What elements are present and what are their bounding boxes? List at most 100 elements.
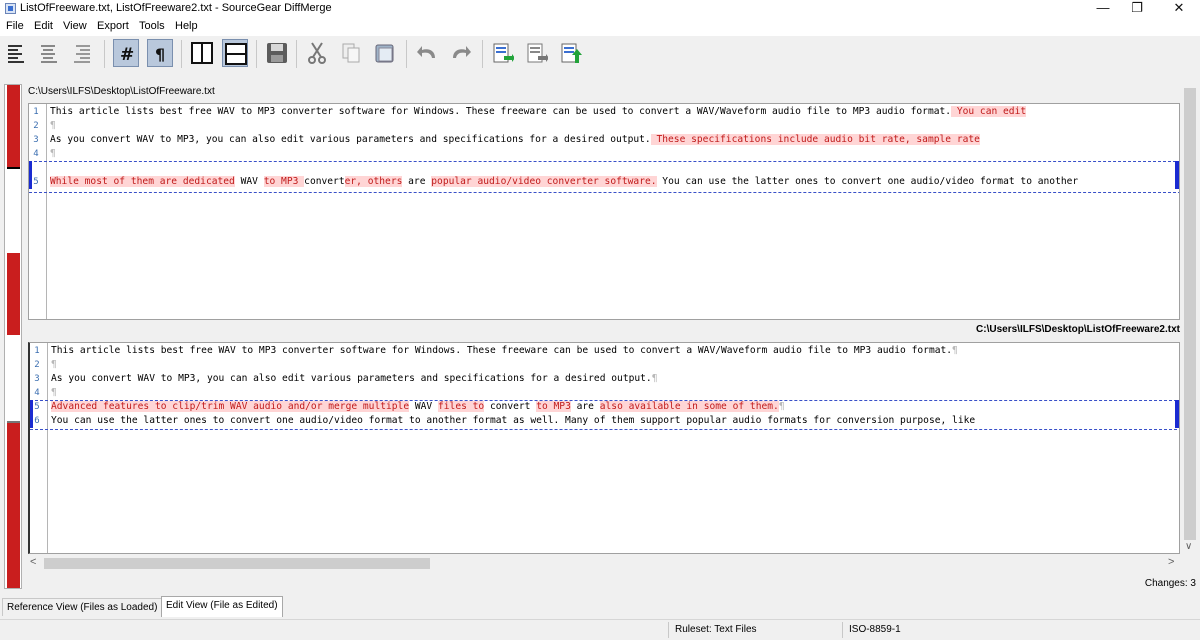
line-numbers-icon[interactable]: # — [113, 39, 139, 67]
undo-icon[interactable] — [414, 39, 440, 67]
paste-icon[interactable] — [372, 39, 398, 67]
line-text: ¶ — [50, 119, 56, 133]
copy-icon[interactable] — [338, 39, 364, 67]
scroll-left-icon[interactable]: < — [30, 556, 36, 568]
cut-icon[interactable] — [304, 39, 330, 67]
overview-change-marker — [7, 421, 20, 588]
line-text: This article lists best free WAV to MP3 … — [50, 105, 1027, 119]
diff-line[interactable]: 5 While most of them are dedicated WAV to… — [29, 175, 1179, 189]
diff-line[interactable]: 2 ¶ — [29, 119, 1179, 133]
pilcrow-mark: ¶ — [952, 345, 958, 356]
align-right-icon[interactable] — [70, 39, 96, 67]
line-segment: are — [402, 176, 432, 187]
toolbar-separator — [104, 40, 105, 68]
line-number: 2 — [33, 121, 39, 131]
status-ruleset: Ruleset: Text Files — [675, 624, 757, 635]
diff-highlight: to MP3 — [536, 401, 571, 412]
diff-highlight: popular audio/video converter software. — [431, 176, 657, 187]
line-segment: WAV — [234, 176, 264, 187]
vertical-scrollbar[interactable]: ∨ — [1180, 86, 1200, 556]
align-left-icon[interactable] — [4, 39, 30, 67]
horizontal-scrollbar[interactable]: < > — [28, 556, 1180, 572]
diff-highlight: to MP3 — [263, 176, 305, 187]
line-text: This article lists best free WAV to MP3 … — [51, 344, 958, 358]
menu-bar: File Edit View Export Tools Help — [0, 18, 1200, 36]
status-bar: Ruleset: Text Files ISO-8859-1 — [0, 619, 1200, 640]
svg-text:#: # — [120, 45, 134, 65]
diff-line[interactable]: 4 ¶ — [29, 147, 1179, 161]
close-icon[interactable]: ✕ — [1160, 0, 1198, 18]
diff-line[interactable]: 2 ¶ — [30, 358, 1179, 372]
two-pane-vertical-icon[interactable] — [189, 39, 215, 67]
menu-help[interactable]: Help — [175, 20, 198, 32]
scroll-down-icon[interactable]: ∨ — [1185, 541, 1192, 552]
overview-separator — [7, 167, 20, 169]
line-number: 5 — [33, 177, 39, 187]
line-segment: This article lists best free WAV to MP3 … — [51, 345, 953, 356]
redo-icon[interactable] — [448, 39, 474, 67]
diff-line[interactable]: 3 As you convert WAV to MP3, you can also… — [29, 133, 1179, 147]
menu-view[interactable]: View — [63, 20, 87, 32]
line-number: 6 — [34, 416, 40, 426]
top-pane-path: C:\Users\ILFS\Desktop\ListOfFreeware.txt — [28, 86, 215, 97]
line-segment: convert — [484, 401, 537, 412]
vertical-scroll-thumb[interactable] — [1184, 88, 1196, 540]
pilcrow-mark: ¶ — [51, 387, 57, 398]
diff-line[interactable]: 1 This article lists best free WAV to MP3… — [30, 344, 1179, 358]
minimize-icon[interactable]: — — [1084, 0, 1122, 18]
svg-text:¶: ¶ — [155, 45, 165, 64]
line-text: ¶ — [51, 358, 57, 372]
save-icon[interactable] — [264, 39, 290, 67]
toolbar: # ¶ — [0, 36, 1200, 72]
line-text: As you convert WAV to MP3, you can also … — [50, 133, 980, 147]
restore-icon[interactable]: ❐ — [1118, 0, 1156, 18]
apply-change-icon[interactable] — [490, 39, 516, 67]
diff-overview-strip[interactable] — [4, 84, 22, 589]
toolbar-separator — [482, 40, 483, 68]
line-number: 3 — [34, 374, 40, 384]
menu-tools[interactable]: Tools — [139, 20, 165, 32]
window-title: ListOfFreeware.txt, ListOfFreeware2.txt … — [20, 2, 332, 14]
line-number: 1 — [34, 346, 40, 356]
diff-line[interactable]: 4 ¶ — [30, 386, 1179, 400]
pilcrow-mark: ¶ — [50, 120, 56, 131]
line-text: ¶ — [50, 147, 56, 161]
bottom-file-pane[interactable]: 1 This article lists best free WAV to MP3… — [28, 342, 1180, 554]
diff-line[interactable]: 1 This article lists best free WAV to MP3… — [29, 105, 1179, 119]
line-text: You can use the latter ones to convert o… — [51, 414, 975, 428]
menu-export[interactable]: Export — [97, 20, 129, 32]
pilcrow-mark: ¶ — [50, 148, 56, 159]
line-number: 2 — [34, 360, 40, 370]
diff-highlight: also available in some of them. — [599, 401, 779, 412]
diff-highlight: You can edit — [951, 106, 1027, 117]
diff-highlight: er, others — [344, 176, 403, 187]
diff-line[interactable]: 6 You can use the latter ones to convert … — [30, 414, 1179, 428]
toolbar-separator — [181, 40, 182, 68]
tab-edit-view[interactable]: Edit View (File as Edited) — [161, 596, 283, 617]
diff-line[interactable]: 5 Advanced features to clip/trim WAV audi… — [30, 400, 1179, 414]
align-center-icon[interactable] — [36, 39, 62, 67]
line-text: ¶ — [51, 386, 57, 400]
overview-viewport-marker — [7, 421, 20, 423]
menu-edit[interactable]: Edit — [34, 20, 53, 32]
line-number: 5 — [34, 402, 40, 412]
tab-reference-view[interactable]: Reference View (Files as Loaded) — [2, 598, 163, 616]
line-segment: This article lists best free WAV to MP3 … — [50, 106, 952, 117]
diff-line[interactable]: 3 As you convert WAV to MP3, you can also… — [30, 372, 1179, 386]
two-pane-horizontal-icon[interactable] — [222, 39, 248, 67]
apply-all-icon[interactable] — [558, 39, 584, 67]
menu-file[interactable]: File — [6, 20, 24, 32]
line-segment: As you convert WAV to MP3, you can also … — [50, 134, 651, 145]
line-segment: As you convert WAV to MP3, you can also … — [51, 373, 652, 384]
line-number: 3 — [33, 135, 39, 145]
line-text: While most of them are dedicated WAV to … — [50, 175, 1078, 189]
scroll-right-icon[interactable]: > — [1168, 556, 1174, 568]
top-file-pane[interactable]: 1 This article lists best free WAV to MP3… — [28, 103, 1180, 320]
pilcrow-icon[interactable]: ¶ — [147, 39, 173, 67]
horizontal-scroll-thumb[interactable] — [44, 558, 430, 569]
pilcrow-mark: ¶ — [651, 373, 658, 384]
line-segment: convert — [304, 176, 345, 187]
export-icon[interactable] — [524, 39, 550, 67]
overview-change-marker — [7, 253, 20, 335]
toolbar-separator — [256, 40, 257, 68]
